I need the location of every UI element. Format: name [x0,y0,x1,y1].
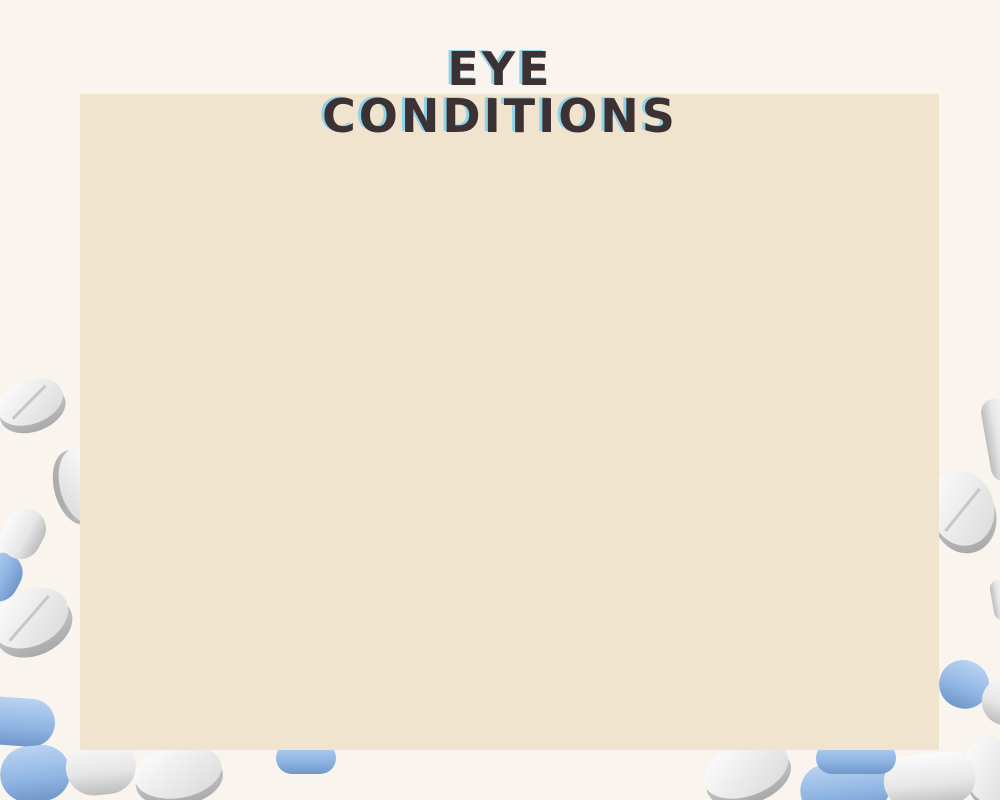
tablet-icon [0,378,66,434]
title-line-1: EYE [447,42,553,96]
capsule-icon [981,398,1000,482]
capsule-icon [0,695,55,747]
capsule-icon [989,580,1000,620]
page-title: EYE CONDITIONS [250,46,750,140]
content-panel [80,94,939,750]
capsule-icon [939,660,1000,726]
title-line-2: CONDITIONS [322,89,678,143]
